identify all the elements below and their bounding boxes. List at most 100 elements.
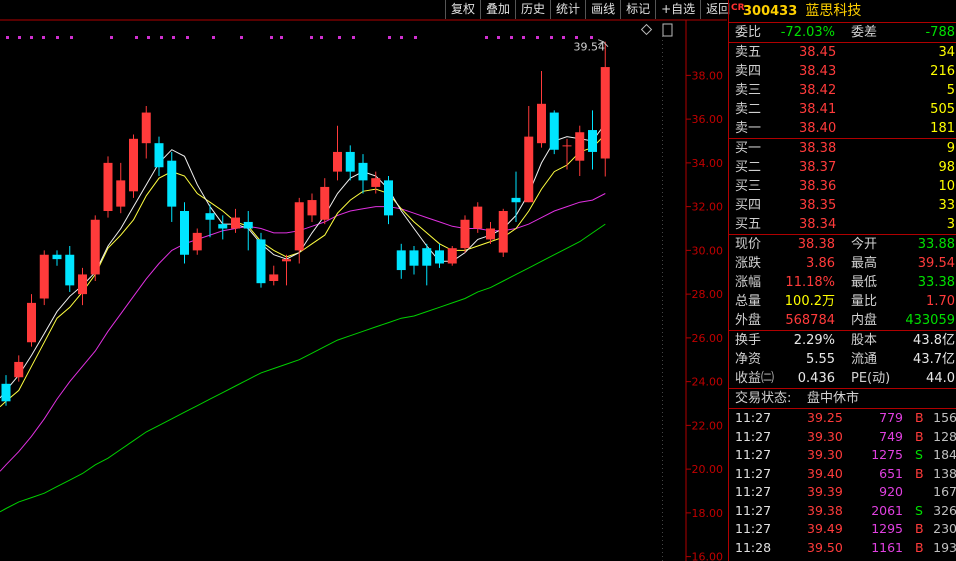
bids-price: 38.35 (799, 198, 837, 213)
axis-dot (662, 168, 663, 169)
candle-body (27, 302, 36, 343)
axis-dot (662, 140, 663, 141)
toolbar-button-6[interactable]: +自选 (655, 0, 700, 19)
quote-value: 33.38 (917, 275, 955, 290)
chart-toolbar: 复权 叠加 历史 统计 画线 标记 +自选 返回 (445, 0, 735, 20)
marker-dot (400, 36, 403, 39)
axis-dot (662, 312, 663, 313)
axis-dot (662, 500, 663, 501)
axis-dot (662, 268, 663, 269)
marker-dot (212, 36, 215, 39)
quote-value: 568784 (785, 313, 835, 328)
axis-dot (662, 100, 663, 101)
axis-dot (662, 300, 663, 301)
bids-label: 买二 (735, 160, 762, 175)
stats-value: 2.29% (793, 333, 835, 348)
axis-dot (662, 264, 663, 265)
stats-label: 换手 (735, 333, 762, 348)
axis-dot (662, 356, 663, 357)
candle-body (269, 274, 279, 281)
candle-body (154, 143, 164, 168)
axis-dot (662, 432, 663, 433)
tick-side: B (915, 465, 924, 481)
tick-count: 230 (933, 521, 956, 536)
asks-level[interactable]: 卖一 38.40 181 (729, 119, 956, 138)
axis-dot (662, 280, 663, 281)
tick-count: 167 (933, 484, 956, 499)
tick-volume: 779 (879, 410, 903, 425)
candle-body (524, 136, 534, 203)
axis-dot (662, 284, 663, 285)
marker-dot (30, 36, 33, 39)
toolbar-button-3[interactable]: 统计 (550, 0, 585, 19)
tick-volume: 651 (879, 465, 903, 481)
quote-label: 涨跌 (735, 256, 762, 271)
stats-value: 5.55 (806, 352, 835, 367)
price-tick-label: 24.00 (692, 376, 724, 389)
axis-dot (662, 320, 663, 321)
axis-dot (662, 324, 663, 325)
candle-body (141, 112, 151, 144)
high-annotation: 39.54 (574, 39, 609, 54)
bids-level[interactable]: 买三 38.36 10 (729, 177, 956, 196)
toolbar-button-2[interactable]: 历史 (515, 0, 550, 19)
candle-body (447, 248, 457, 264)
bids-level[interactable]: 买四 38.35 33 (729, 196, 956, 215)
candle-body (1, 383, 11, 402)
bids-level[interactable]: 买五 38.34 3 (729, 215, 956, 234)
toolbar-button-4[interactable]: 画线 (585, 0, 620, 19)
toolbar-button-5[interactable]: 标记 (620, 0, 655, 19)
marker-dot (110, 36, 113, 39)
quote-row: 外盘 568784 内盘 433059 (729, 311, 956, 330)
axis-dot (662, 468, 663, 469)
candle-body (116, 180, 126, 207)
stats-row: 净资 5.55 流通 43.7亿 (729, 350, 956, 369)
tick-volume: 749 (879, 428, 903, 444)
asks-level[interactable]: 卖三 38.42 5 (729, 81, 956, 100)
axis-dot (662, 64, 663, 65)
tick-volume: 1161 (871, 539, 903, 555)
tick-time: 11:28 (735, 539, 772, 555)
bids-label: 买五 (735, 217, 762, 232)
axis-dot (662, 544, 663, 545)
axis-dot (662, 364, 663, 365)
asks-level[interactable]: 卖五 38.45 34 (729, 43, 956, 62)
candle-body (103, 162, 113, 211)
axis-dot (662, 408, 663, 409)
asks-price: 38.40 (799, 121, 837, 136)
axis-dot (662, 112, 663, 113)
bids-level[interactable]: 买一 38.38 9 (729, 139, 956, 158)
annotation-label: 39.54 (574, 41, 606, 54)
asks-price: 38.41 (799, 102, 837, 117)
axis-dot (662, 488, 663, 489)
kline-chart[interactable]: 38.00 36.00 34.00 32.00 30.00 28.00 26.00 24.00… (0, 0, 727, 561)
bids-level[interactable]: 买二 38.37 98 (729, 158, 956, 177)
axis-dot (662, 172, 663, 173)
axis-dot (662, 152, 663, 153)
trade-status-label: 交易状态: (735, 391, 792, 406)
quote-value: 100.2万 (784, 294, 835, 309)
tick-price: 39.49 (807, 521, 843, 536)
candle-body (39, 254, 49, 299)
toolbar-button-0[interactable]: 复权 (445, 0, 480, 19)
marker-dot (562, 36, 565, 39)
tick-side: B (915, 428, 924, 444)
asks-level[interactable]: 卖四 38.43 216 (729, 62, 956, 81)
marker-dot (240, 36, 243, 39)
marker-dot (497, 36, 500, 39)
stats-label: 股本 (851, 333, 878, 348)
axis-dot (662, 276, 663, 277)
candle-body (78, 274, 87, 295)
axis-dot (662, 80, 663, 81)
bids-volume: 9 (946, 141, 955, 156)
axis-dot (662, 508, 663, 509)
toolbar-button-1[interactable]: 叠加 (480, 0, 515, 19)
axis-dot (662, 332, 663, 333)
tick-time: 11:27 (735, 502, 772, 518)
price-tick-label: 32.00 (692, 201, 724, 214)
axis-dot (662, 484, 663, 485)
price-tick-label: 34.00 (692, 157, 724, 170)
asks-level[interactable]: 卖二 38.41 505 (729, 100, 956, 119)
marker-dot (160, 36, 163, 39)
tick-list[interactable]: 11:27 39.25 779 B 156 11:27 39.30 749 B 128 11:27 3… (729, 409, 956, 557)
